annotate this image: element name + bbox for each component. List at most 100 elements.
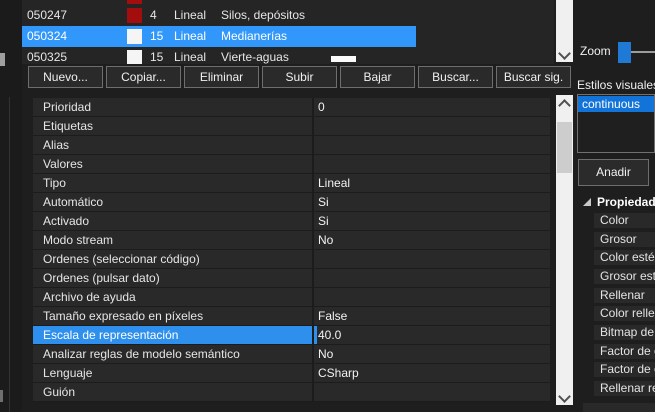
tree-item[interactable]: Color reller <box>594 306 655 321</box>
property-value: No <box>314 345 550 363</box>
layer-list[interactable]: 0502474LinealSilos, depósitos05032415Lin… <box>22 0 554 64</box>
property-row[interactable]: LenguajeCSharp <box>33 364 550 383</box>
property-row[interactable]: Etiquetas <box>33 117 550 136</box>
property-value: 0 <box>314 98 550 116</box>
listbox-item[interactable]: continuous <box>578 96 654 112</box>
layer-color-swatch <box>127 50 142 64</box>
tree-item[interactable]: Factor de e <box>594 362 655 377</box>
tree-item[interactable]: Bitmap de <box>594 325 655 340</box>
partial-color-swatch <box>127 0 142 4</box>
property-row[interactable]: Analizar reglas de modelo semánticoNo <box>33 345 550 364</box>
layer-width: 15 <box>150 26 163 47</box>
add-button[interactable]: Anadir <box>578 159 649 186</box>
toolbar-button-eliminar[interactable]: Eliminar <box>184 66 259 88</box>
property-row[interactable]: Modo streamNo <box>33 231 550 250</box>
toolbar-button-copiar[interactable]: Copiar... <box>106 66 181 88</box>
property-label: Analizar reglas de modelo semántico <box>33 345 314 363</box>
property-label: Automático <box>33 193 314 211</box>
zoom-label: Zoom <box>580 44 611 58</box>
scroll-down-icon[interactable] <box>558 390 571 403</box>
zoom-slider-track[interactable] <box>631 51 655 53</box>
toolbar-button-buscar-sig[interactable]: Buscar sig. <box>496 66 571 88</box>
layer-list-row[interactable]: 05032515LinealVierte-aguas <box>22 47 554 64</box>
left-edge-panel <box>0 0 22 412</box>
property-row[interactable]: Alias <box>33 136 550 155</box>
layer-type: Lineal <box>174 5 206 26</box>
layer-width: 4 <box>150 5 157 26</box>
property-label: Modo stream <box>33 231 314 249</box>
property-value <box>314 117 550 135</box>
toolbar-button-nuevo[interactable]: Nuevo... <box>28 66 103 88</box>
property-label: Tamaño expresado en píxeles <box>33 307 314 325</box>
layer-type: Lineal <box>174 47 206 64</box>
property-value: Lineal <box>314 174 550 192</box>
tree-item[interactable]: Grosor esté <box>594 269 655 284</box>
property-value <box>314 250 550 268</box>
tree-expander-icon[interactable] <box>583 198 591 206</box>
property-value: False <box>314 307 550 325</box>
properties-tree: Color Grosor Color estér Grosor esté Rellena… <box>594 213 655 395</box>
property-row[interactable]: Guión <box>33 383 550 402</box>
tree-header-label: Propiedade <box>597 195 655 210</box>
layer-list-row[interactable]: 05032415LinealMedianerías <box>22 26 554 47</box>
tree-item[interactable]: Grosor <box>594 232 655 247</box>
layer-name: Medianerías <box>221 26 287 47</box>
property-value: CSharp <box>314 364 550 382</box>
property-row[interactable]: Valores <box>33 155 550 174</box>
zoom-slider-handle[interactable] <box>618 42 631 63</box>
tree-header-properties[interactable]: Propiedade <box>580 195 655 210</box>
tree-item[interactable]: Color <box>594 213 655 228</box>
property-value <box>314 383 550 401</box>
property-grid[interactable]: Prioridad0EtiquetasAliasValoresTipoLinea… <box>33 98 550 402</box>
layer-color-swatch <box>127 8 142 23</box>
property-grid-scrollbar[interactable] <box>556 95 573 405</box>
layer-code: 050324 <box>27 26 67 47</box>
layer-width: 15 <box>150 47 163 64</box>
tree-item[interactable]: Color estér <box>594 250 655 265</box>
property-label: Ordenes (pulsar dato) <box>33 269 314 287</box>
scroll-down-icon[interactable] <box>558 47 571 60</box>
layer-name: Vierte-aguas <box>221 47 289 64</box>
property-value <box>314 269 550 287</box>
property-label: Valores <box>33 155 314 173</box>
property-label: Guión <box>33 383 314 401</box>
property-value <box>314 155 550 173</box>
property-label: Escala de representación <box>33 326 314 344</box>
property-row[interactable]: ActivadoSi <box>33 212 550 231</box>
property-label: Archivo de ayuda <box>33 288 314 306</box>
toolbar-button-bajar[interactable]: Bajar <box>340 66 415 88</box>
property-row[interactable]: TipoLineal <box>33 174 550 193</box>
layer-color-swatch <box>127 29 142 44</box>
property-row[interactable]: Archivo de ayuda <box>33 288 550 307</box>
visual-styles-label: Estilos visuales <box>577 78 655 92</box>
scrollbar-thumb[interactable] <box>557 122 572 173</box>
property-row[interactable]: Escala de representación40.0 <box>33 326 550 345</box>
tree-item[interactable]: Rellenar re <box>594 381 655 396</box>
property-row[interactable]: Ordenes (pulsar dato) <box>33 269 550 288</box>
bottom-right-partial-row <box>583 403 655 412</box>
property-label: Activado <box>33 212 314 230</box>
property-value: Si <box>314 193 550 211</box>
property-label: Etiquetas <box>33 117 314 135</box>
layer-list-rows: 0502474LinealSilos, depósitos05032415Lin… <box>22 5 554 64</box>
toolbar-button-subir[interactable]: Subir <box>262 66 337 88</box>
property-row[interactable]: Tamaño expresado en píxelesFalse <box>33 307 550 326</box>
property-row[interactable]: Prioridad0 <box>33 98 550 117</box>
property-value <box>314 288 550 306</box>
left-edge-mark <box>0 390 3 402</box>
property-row[interactable]: Ordenes (seleccionar código) <box>33 250 550 269</box>
property-value: No <box>314 231 550 249</box>
tree-item[interactable]: Factor de e <box>594 344 655 359</box>
property-row[interactable]: AutomáticoSi <box>33 193 550 212</box>
layer-name: Silos, depósitos <box>221 5 305 26</box>
tree-item[interactable]: Rellenar <box>594 288 655 303</box>
property-value: 40.0 <box>314 326 550 344</box>
horizontal-scrollbar-thumb[interactable] <box>331 56 356 62</box>
property-value: Si <box>314 212 550 230</box>
left-edge-scroll-fragment <box>0 53 5 66</box>
layer-list-row[interactable]: 0502474LinealSilos, depósitos <box>22 5 554 26</box>
toolbar-button-buscar[interactable]: Buscar... <box>418 66 493 88</box>
layer-list-scrollbar[interactable] <box>556 0 573 62</box>
scroll-up-icon[interactable] <box>558 99 571 112</box>
visual-styles-listbox[interactable]: continuous <box>577 94 655 153</box>
